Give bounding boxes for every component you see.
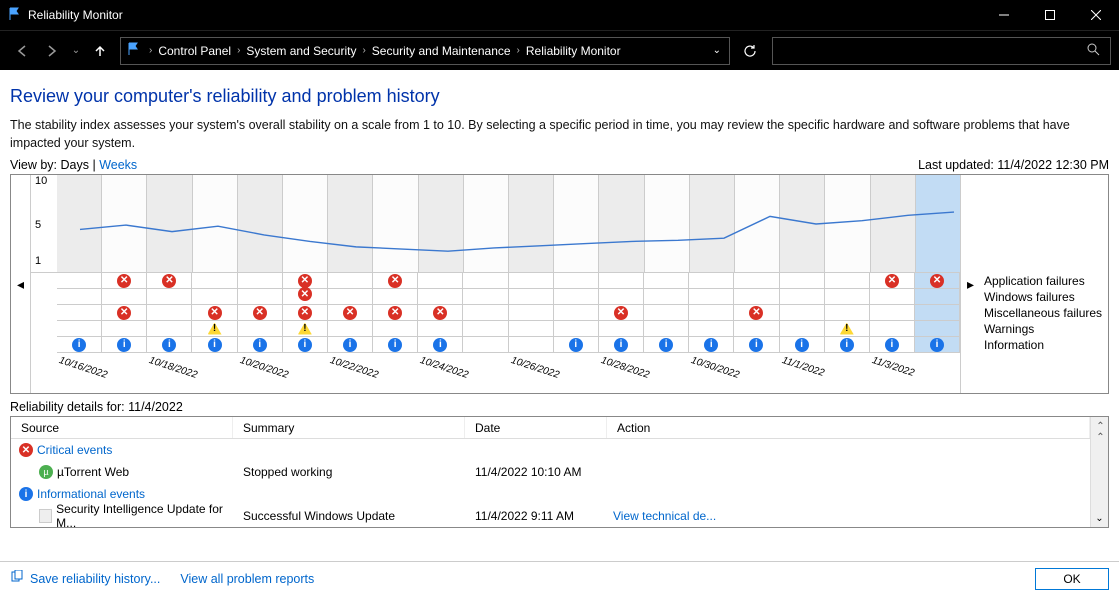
last-updated: Last updated: 11/4/2022 12:30 PM [918, 158, 1109, 172]
legend: Application failures Windows failures Mi… [980, 175, 1108, 393]
details-scrollbar[interactable]: ⌃ ⌃ ⌄ [1090, 417, 1108, 527]
chart-scroll-left[interactable]: ◂ [11, 175, 31, 393]
breadcrumb[interactable]: Reliability Monitor [522, 44, 625, 58]
refresh-button[interactable] [736, 37, 764, 65]
page-title: Review your computer's reliability and p… [10, 86, 1109, 107]
content-area: Review your computer's reliability and p… [0, 70, 1119, 561]
col-summary[interactable]: Summary [233, 417, 465, 438]
forward-button[interactable] [38, 37, 66, 65]
view-by-weeks-link[interactable]: Weeks [99, 158, 137, 172]
reliability-flag-icon [8, 7, 22, 24]
back-button[interactable] [8, 37, 36, 65]
view-technical-details-link[interactable]: View technical de... [607, 509, 1090, 523]
breadcrumb[interactable]: Control Panel [154, 44, 235, 58]
recent-button[interactable]: ⌄ [68, 37, 84, 65]
address-dropdown[interactable]: ⌄ [705, 45, 729, 56]
stability-index-graph[interactable]: 10 5 1 [31, 175, 960, 273]
details-panel: Source Summary Date Action ✕ Critical ev… [10, 416, 1109, 528]
minimize-button[interactable] [981, 0, 1027, 30]
legend-app-failures: Application failures [984, 273, 1108, 289]
details-label: Reliability details for: 11/4/2022 [10, 398, 1109, 416]
address-flag-icon [127, 42, 141, 59]
search-icon [1086, 42, 1100, 59]
chevron-right-icon[interactable]: › [235, 45, 242, 56]
view-by-days[interactable]: Days [61, 158, 89, 172]
collapse-icon[interactable]: ⌃ [1091, 428, 1108, 446]
search-input[interactable] [772, 37, 1111, 65]
details-header: Source Summary Date Action [11, 417, 1090, 439]
group-critical-events[interactable]: ✕ Critical events [11, 439, 1090, 461]
events-grid[interactable]: ✕✕✕✕✕✕✕✕✕✕✕✕✕✕✕✕!!!iiiiiiiiiiiiiiiiii 10… [31, 273, 960, 365]
y-tick: 1 [35, 255, 41, 267]
breadcrumb[interactable]: System and Security [242, 44, 360, 58]
col-action[interactable]: Action [607, 417, 1090, 438]
chevron-right-icon[interactable]: › [147, 45, 154, 56]
chart-scroll-right[interactable]: ▸ [960, 175, 980, 393]
error-icon: ✕ [19, 443, 33, 457]
chevron-right-icon[interactable]: › [515, 45, 522, 56]
navbar: ⌄ › Control Panel › System and Security … [0, 30, 1119, 70]
table-row[interactable]: Security Intelligence Update for M... Su… [11, 505, 1090, 527]
view-all-problem-reports-link[interactable]: View all problem reports [180, 572, 314, 586]
copy-icon [10, 570, 24, 587]
info-icon: i [19, 487, 33, 501]
close-button[interactable] [1073, 0, 1119, 30]
page-description: The stability index assesses your system… [10, 117, 1109, 152]
legend-win-failures: Windows failures [984, 289, 1108, 305]
save-reliability-history-link[interactable]: Save reliability history... [30, 572, 160, 586]
legend-misc-failures: Miscellaneous failures [984, 305, 1108, 321]
view-by-row: View by: Days | Weeks Last updated: 11/4… [10, 158, 1109, 172]
reliability-chart: ◂ 10 5 1 ✕✕✕✕✕✕✕✕✕✕✕✕✕✕✕✕!!!iiiiiiiiiiii… [10, 174, 1109, 394]
window-title: Reliability Monitor [28, 8, 981, 22]
maximize-button[interactable] [1027, 0, 1073, 30]
scroll-down-icon[interactable]: ⌄ [1091, 509, 1108, 527]
up-button[interactable] [86, 37, 114, 65]
address-bar[interactable]: › Control Panel › System and Security › … [120, 37, 730, 65]
table-row[interactable]: µµTorrent Web Stopped working 11/4/2022 … [11, 461, 1090, 483]
legend-information: Information [984, 337, 1108, 353]
breadcrumb[interactable]: Security and Maintenance [368, 44, 515, 58]
titlebar: Reliability Monitor [0, 0, 1119, 30]
app-icon: µ [39, 465, 53, 479]
y-tick: 5 [35, 219, 41, 231]
chevron-right-icon[interactable]: › [360, 45, 367, 56]
footer: Save reliability history... View all pro… [0, 561, 1119, 595]
y-tick: 10 [35, 175, 47, 187]
update-icon [39, 509, 52, 523]
ok-button[interactable]: OK [1035, 568, 1109, 590]
legend-warnings: Warnings [984, 321, 1108, 337]
view-by-label: View by: [10, 158, 57, 172]
col-source[interactable]: Source [11, 417, 233, 438]
col-date[interactable]: Date [465, 417, 607, 438]
